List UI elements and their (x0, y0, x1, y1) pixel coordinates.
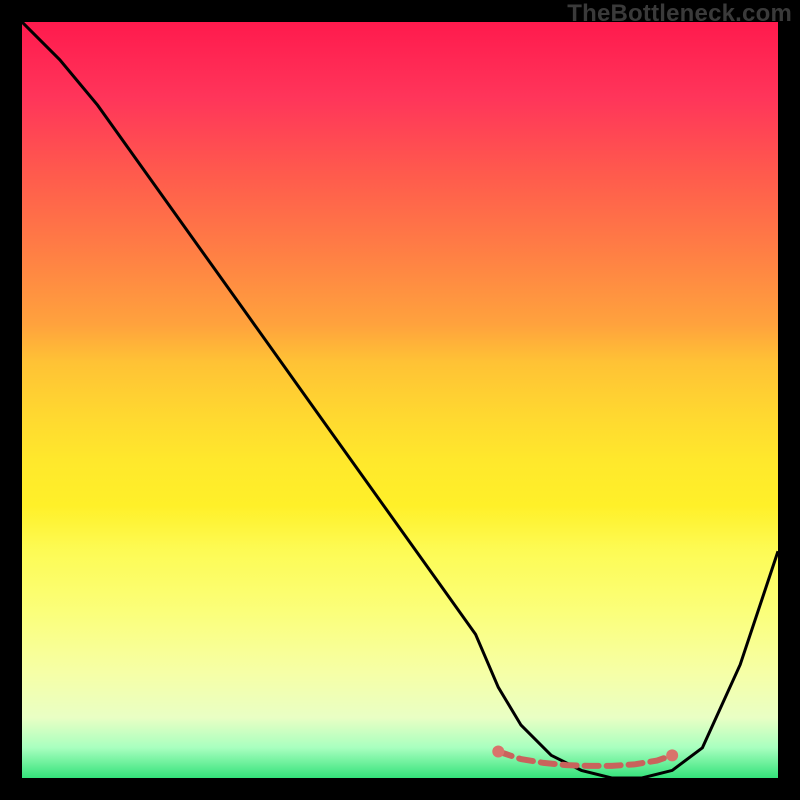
bottleneck-curve (22, 22, 778, 778)
plot-frame (22, 22, 778, 778)
optimal-zone-markers (492, 746, 678, 766)
watermark-text: TheBottleneck.com (567, 0, 792, 28)
bottleneck-curve-svg (22, 22, 778, 778)
